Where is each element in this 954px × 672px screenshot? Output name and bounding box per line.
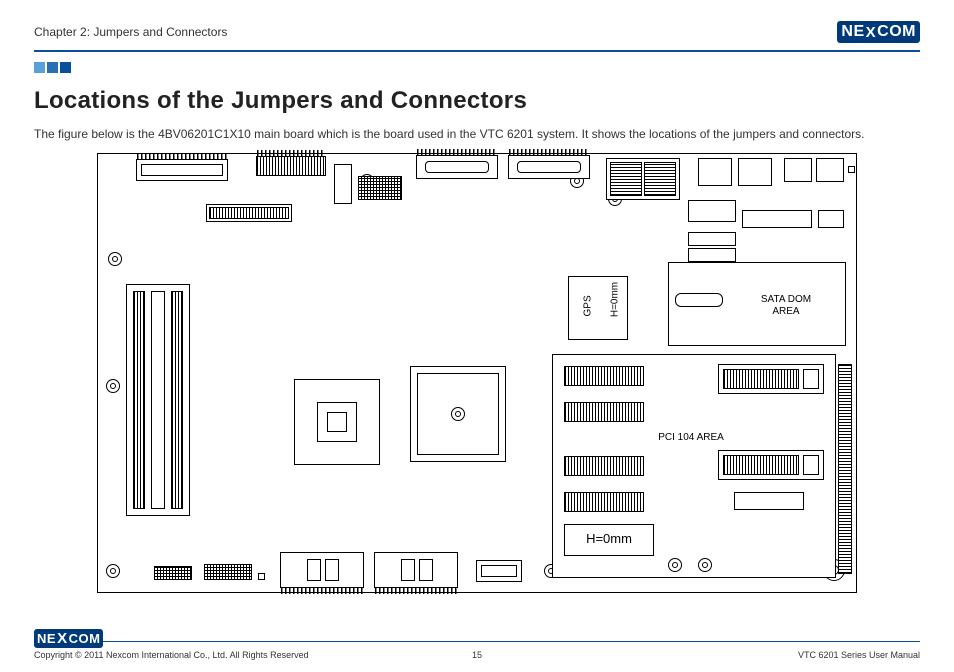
logo-text-right: COM <box>877 23 916 41</box>
board-diagram: GPS H=0mm SATA DOM AREA PCI 104 AREA H=0… <box>97 153 857 593</box>
gps-label: GPS <box>583 297 594 317</box>
pin-header <box>204 564 252 580</box>
port-block <box>816 158 844 182</box>
header-rule <box>34 50 920 52</box>
section-marker <box>34 62 920 73</box>
top-connector <box>136 159 228 181</box>
intro-paragraph: The figure below is the 4BV06201C1X10 ma… <box>34 125 920 143</box>
mount-hole <box>106 564 120 578</box>
pad <box>848 166 855 173</box>
mount-hole <box>108 252 122 266</box>
chip <box>410 366 506 462</box>
component-block <box>688 200 736 222</box>
dsub-connector <box>508 155 590 179</box>
brand-logo: NE X COM <box>837 21 920 43</box>
copyright-text: Copyright © 2011 Nexcom International Co… <box>34 650 309 660</box>
gps-h0-label: H=0mm <box>610 277 621 323</box>
mount-hole <box>698 558 712 572</box>
pin-header <box>154 566 192 580</box>
pci104-connector <box>564 366 644 386</box>
sata-dom-label-2: AREA <box>746 306 826 317</box>
footer-logo-left: NE <box>37 631 56 646</box>
port-block <box>698 158 732 186</box>
sata-dom-label-1: SATA DOM <box>746 294 826 305</box>
page-number: 15 <box>472 650 482 660</box>
dimm-area <box>126 284 190 516</box>
component-block <box>206 204 292 222</box>
pci-104-label: PCI 104 AREA <box>646 432 736 443</box>
port-block <box>784 158 812 182</box>
marker-square-3 <box>60 62 71 73</box>
pci104-connector <box>564 492 644 512</box>
manual-title: VTC 6201 Series User Manual <box>798 650 920 660</box>
logo-text-left: NE <box>841 23 864 41</box>
mount-hole <box>668 558 682 572</box>
footer-logo-right: COM <box>69 631 101 646</box>
bottom-port <box>374 552 458 588</box>
footer-logo-x: X <box>57 630 68 647</box>
expansion-connector <box>718 364 824 394</box>
component-block <box>688 232 736 246</box>
expansion-connector <box>718 450 824 480</box>
component-block <box>688 248 736 262</box>
pin-header <box>358 176 402 200</box>
top-connector <box>256 156 326 176</box>
edge-connector <box>838 364 852 574</box>
logo-text-x: X <box>866 24 877 41</box>
chapter-title: Chapter 2: Jumpers and Connectors <box>34 25 227 39</box>
port-block <box>738 158 772 186</box>
bottom-port <box>280 552 364 588</box>
pci104-connector <box>564 402 644 422</box>
pad <box>258 573 265 580</box>
page-heading: Locations of the Jumpers and Connectors <box>34 87 920 115</box>
bottom-connector <box>476 560 522 582</box>
pci104-connector <box>564 456 644 476</box>
dsub-connector <box>416 155 498 179</box>
marker-square-2 <box>47 62 58 73</box>
header-small <box>334 164 352 204</box>
footer-logo: NE X COM <box>34 629 103 648</box>
h0-label: H=0mm <box>574 532 644 546</box>
component-block <box>818 210 844 228</box>
chip <box>294 379 380 465</box>
mount-hole <box>106 379 120 393</box>
marker-square-1 <box>34 62 45 73</box>
component-block <box>742 210 812 228</box>
rj-block <box>606 158 680 200</box>
connector-strip <box>734 492 804 510</box>
